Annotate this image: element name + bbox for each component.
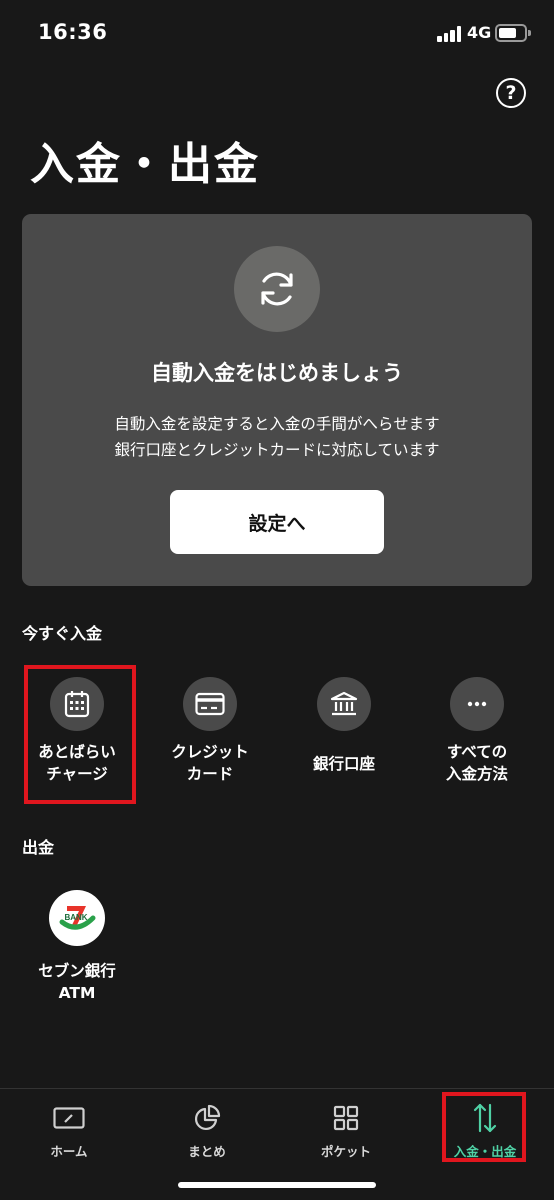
method-label-line2: ATM xyxy=(58,984,96,1002)
auto-deposit-title: 自動入金をはじめましょう xyxy=(151,361,403,385)
method-label-line1: セブン銀行 xyxy=(38,962,116,980)
deposit-section-label: 今すぐ入金 xyxy=(22,624,103,643)
tab-label: ホーム xyxy=(50,1144,88,1159)
help-button[interactable]: ? xyxy=(496,78,526,108)
credit-card-icon xyxy=(183,677,237,731)
signal-icon xyxy=(437,26,463,42)
network-label: 4G xyxy=(467,23,492,42)
method-label-line1: すべての xyxy=(446,743,508,761)
seven-bank-atm-button[interactable]: BANK セブン銀行 ATM xyxy=(12,890,142,1004)
pie-chart-icon xyxy=(138,1101,276,1135)
tab-pocket[interactable]: ポケット xyxy=(277,1101,415,1160)
auto-deposit-description-line2: 銀行口座とクレジットカードに対応しています xyxy=(114,441,440,459)
question-circle-icon: ? xyxy=(505,82,517,104)
auto-deposit-card: 自動入金をはじめましょう 自動入金を設定すると入金の手間がへらせます 銀行口座と… xyxy=(22,214,532,586)
refresh-icon xyxy=(234,246,320,332)
credit-card-button[interactable]: クレジット カード xyxy=(145,677,275,785)
tab-label: まとめ xyxy=(188,1144,226,1159)
method-label-line1: クレジット xyxy=(171,743,249,761)
seven-bank-logo: BANK xyxy=(49,890,105,946)
bank-icon xyxy=(317,677,371,731)
seven-bank-logo-text: BANK xyxy=(64,913,87,922)
highlight-box-atobarai xyxy=(24,665,136,804)
grid-icon xyxy=(277,1101,415,1135)
method-label-line2: カード xyxy=(186,765,234,783)
battery-icon xyxy=(495,24,531,42)
all-deposit-methods-button[interactable]: すべての 入金方法 xyxy=(412,677,542,785)
bank-account-button[interactable]: 銀行口座 xyxy=(279,677,409,775)
tab-label: ポケット xyxy=(320,1144,371,1159)
method-label-line1: 銀行口座 xyxy=(312,755,375,773)
auto-deposit-description-line1: 自動入金を設定すると入金の手間がへらせます xyxy=(114,415,440,433)
method-label-line2: 入金方法 xyxy=(445,765,508,783)
tab-home[interactable]: ホーム xyxy=(0,1101,138,1160)
more-icon xyxy=(450,677,504,731)
home-icon xyxy=(0,1101,138,1135)
setup-button[interactable]: 設定へ xyxy=(170,490,384,554)
tab-summary[interactable]: まとめ xyxy=(138,1101,276,1160)
home-indicator[interactable] xyxy=(178,1182,376,1188)
page-title: 入金・出金 xyxy=(30,139,260,190)
status-bar: 16:36 4G xyxy=(0,0,554,66)
withdraw-section-label: 出金 xyxy=(22,838,55,857)
screen: 16:36 4G ? 入金・出金 自動入金をはじめましょう 自動入金を設定すると… xyxy=(0,0,554,1200)
highlight-box-tab xyxy=(442,1092,526,1162)
status-time: 16:36 xyxy=(38,20,108,44)
